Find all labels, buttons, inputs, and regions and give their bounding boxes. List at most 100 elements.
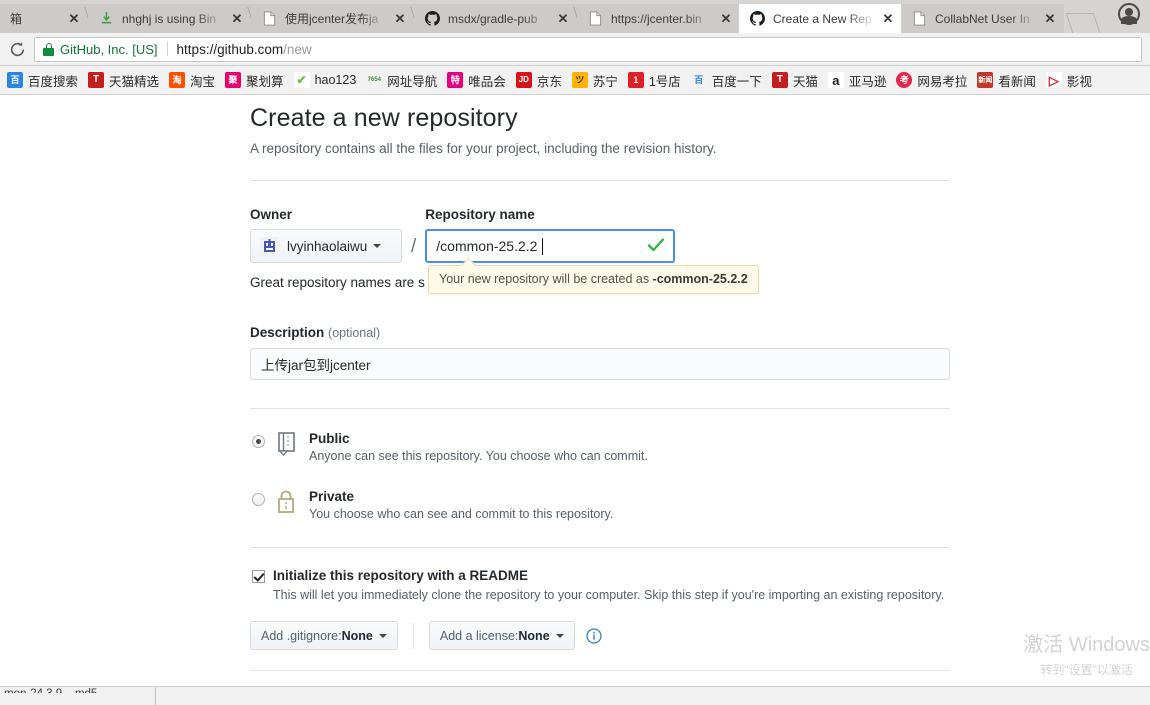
repository-input-wrap [425,229,676,263]
readme-checkbox[interactable] [252,570,265,583]
page-content: Create a new repository A repository con… [0,96,1150,686]
download-item-label[interactable]: mon-24.3.9....md5 [4,688,97,693]
browser-tab[interactable]: 箱 ✕ [0,4,88,33]
close-icon[interactable]: ✕ [1042,11,1058,27]
owner-dropdown[interactable]: lvyinhaolaiwu [250,229,402,263]
close-icon[interactable]: ✕ [392,11,408,27]
tab-title: 箱 [10,12,23,26]
hao123-icon: ✔ [293,72,310,88]
video-icon: ▷ [1045,72,1062,88]
close-icon[interactable]: ✕ [66,11,82,27]
tab-title: msdx/gradle-pub [448,11,538,26]
bookmark-label: 亚马逊 [848,74,887,89]
page-icon [587,10,604,27]
visibility-private-title: Private [309,489,355,504]
bookmark-item[interactable]: 1 1号店 [623,69,686,92]
bookmark-label: 1号店 [648,74,681,89]
bookmark-item[interactable]: JD 京东 [511,69,567,92]
tabstrip-right-controls [1118,0,1150,33]
lock-icon [43,42,54,56]
description-label: Description [250,325,325,340]
bookmark-label: 百度一下 [711,74,762,89]
new-tab-button[interactable] [1065,13,1101,33]
user-avatar-icon [260,236,279,256]
bookmark-label: hao123 [314,73,357,87]
license-dropdown[interactable]: Add a license: None [428,621,575,650]
url-text: https://github.com/new [177,42,312,57]
info-icon[interactable] [585,627,602,644]
gitignore-prefix: Add .gitignore: [261,628,342,643]
gitignore-dropdown[interactable]: Add .gitignore: None [250,621,398,650]
bookmark-item[interactable]: a 亚马逊 [823,69,892,92]
tab-title: CollabNet User In [935,11,1030,26]
close-icon[interactable]: ✕ [229,11,245,27]
bookmark-item[interactable]: 百百度搜索 [2,69,83,92]
owner-label: Owner [250,207,293,222]
repository-name-input[interactable] [425,229,676,263]
tab-strip: 箱 ✕ nhghj is using Bin ✕ 使用jcenter发布ja ✕… [0,0,1150,33]
text-caret [542,238,544,255]
visibility-option-public[interactable]: Public Anyone can see this repository. Y… [250,431,952,463]
browser-tab-active[interactable]: Create a New Rep ✕ [739,4,902,33]
bookmark-label: 影视 [1066,74,1092,89]
radio-public[interactable] [252,435,265,448]
lock-icon [275,489,301,521]
bookmark-item[interactable]: ▷ 影视 [1041,69,1097,92]
close-icon[interactable]: ✕ [555,11,571,27]
description-input[interactable] [250,348,950,380]
download-status-bar: mon-24.3.9....md5 [0,686,1150,705]
owner-repo-row: Owner lvyinhaolaiwu / Repository name /c… [250,207,952,263]
bookmark-item[interactable]: 新闻 看新闻 [972,69,1041,92]
readme-checkbox-row[interactable]: Initialize this repository with a README [250,568,952,583]
bookmark-item[interactable]: 淘淘宝 [164,69,220,92]
kaola-icon: 考 [896,72,913,88]
bookmark-label: 天猫精选 [109,74,160,89]
bookmark-item[interactable]: ツ苏宁 [567,69,623,92]
browser-tab[interactable]: msdx/gradle-pub ✕ [414,4,577,33]
readme-label: Initialize this repository with a README [273,568,529,583]
address-bar[interactable]: GitHub, Inc. [US] https://github.com/new [34,36,1142,62]
bookmark-label: 聚划算 [246,74,284,89]
browser-tab[interactable]: https://jcenter.bin ✕ [577,4,740,33]
chevron-down-icon [378,633,387,638]
account-icon[interactable] [1118,3,1140,25]
juhuasuan-icon: 聚 [225,72,242,88]
browser-tab[interactable]: 使用jcenter发布ja ✕ [251,4,414,33]
bookmark-item[interactable]: 特唯品会 [442,69,511,92]
watermark-line-1: 激活 Windows [1023,634,1150,656]
bookmark-item[interactable]: 百百度一下 [686,69,767,92]
browser-tab[interactable]: nhghj is using Bin ✕ [88,4,251,33]
bookmark-item[interactable]: 考网易考拉 [891,69,972,92]
baidu2-icon: 百 [690,72,707,88]
visibility-public-title: Public [309,431,350,446]
close-icon[interactable]: ✕ [880,11,896,27]
bookmark-item[interactable]: T 天猫精选 [83,69,164,92]
description-optional-note: (optional) [328,326,381,340]
yihaodian-icon: 1 [627,72,644,88]
radio-private[interactable] [252,493,265,506]
green-check-icon [647,236,665,254]
bookmark-item[interactable]: T 天猫 [767,69,823,92]
visibility-option-private[interactable]: Private You choose who can see and commi… [250,489,952,521]
taobao-icon: 淘 [169,72,186,88]
visibility-options: Public Anyone can see this repository. Y… [250,431,952,521]
url-path: /new [283,41,312,57]
baidu-icon: 百 [7,72,23,88]
bookmark-item[interactable]: 7654 网址导航 [361,69,442,92]
owner-field: Owner lvyinhaolaiwu [250,207,402,263]
description-block: Description (optional) [250,325,952,380]
repo-hint-row: Great repository names are srdy-memory. … [250,265,952,295]
reload-icon[interactable] [4,36,30,62]
visibility-private-text: Private You choose who can see and commi… [309,489,613,521]
browser-tab[interactable]: CollabNet User In ✕ [901,4,1064,33]
wangzhi-icon: 7654 [366,72,383,88]
license-prefix: Add a license: [439,628,519,643]
bookmark-item[interactable]: 聚聚划算 [220,69,289,92]
visibility-private-desc: You choose who can see and commit to thi… [309,507,614,521]
close-icon[interactable]: ✕ [718,11,734,27]
bookmark-item[interactable]: ✔ hao123 [289,70,362,90]
owner-repo-separator: / [411,236,417,257]
jd-icon: JD [515,72,532,88]
visibility-public-desc: Anyone can see this repository. You choo… [309,449,648,463]
github-icon [424,10,441,27]
